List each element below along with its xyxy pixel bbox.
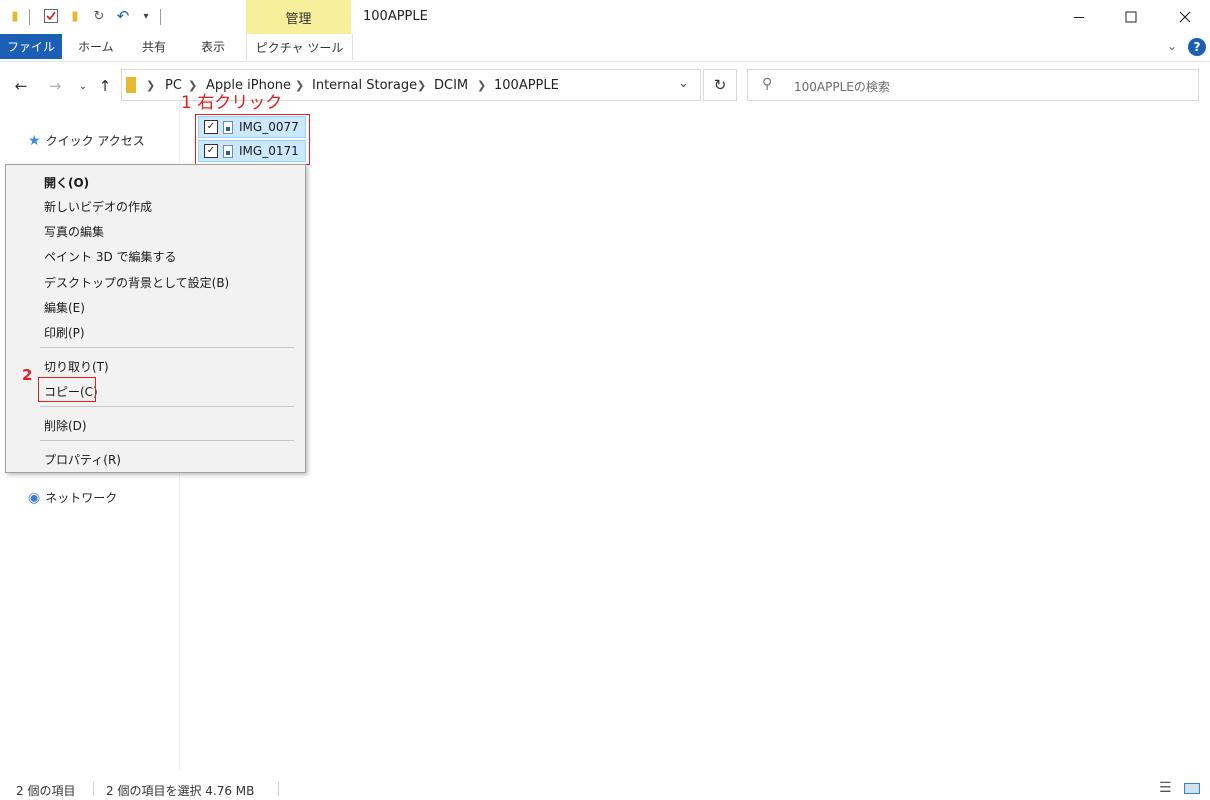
- breadcrumb-separator-icon: ❯: [146, 79, 156, 92]
- menu-item-set-background[interactable]: デスクトップの背景として設定(B): [44, 274, 229, 291]
- menu-item-open[interactable]: 開く(O): [44, 174, 89, 191]
- search-icon: ⚲: [762, 76, 773, 92]
- breadcrumb-separator-icon: ❯: [417, 79, 427, 92]
- folder-icon: [126, 77, 136, 93]
- nav-quick-access[interactable]: ★ クイック アクセス: [28, 132, 145, 149]
- window-title: 100APPLE: [363, 9, 428, 24]
- up-button[interactable]: ↑: [94, 75, 116, 97]
- nav-network[interactable]: ◉ ネットワーク: [28, 489, 117, 506]
- menu-separator: [40, 347, 294, 348]
- large-icons-view-icon[interactable]: [1184, 783, 1200, 794]
- star-icon: ★: [28, 132, 41, 149]
- refresh-button[interactable]: ↻: [703, 69, 737, 101]
- tab-home[interactable]: ホーム: [78, 34, 114, 59]
- forward-button[interactable]: →: [44, 75, 66, 97]
- breadcrumb-100apple[interactable]: 100APPLE: [494, 78, 559, 93]
- status-separator: [93, 782, 94, 796]
- help-icon[interactable]: ?: [1188, 38, 1206, 56]
- tab-picture-tools[interactable]: ピクチャ ツール: [246, 34, 353, 60]
- menu-item-properties[interactable]: プロパティ(R): [44, 451, 121, 468]
- context-menu: 開く(O) 新しいビデオの作成 写真の編集 ペイント 3D で編集する デスクト…: [5, 164, 306, 473]
- search-box[interactable]: ⚲ 100APPLEの検索: [747, 69, 1199, 101]
- title-bar: ▮ ▮ ↻ ↶ ▾ 管理 100APPLE: [0, 0, 1210, 34]
- menu-separator: [40, 406, 294, 407]
- new-folder-icon[interactable]: ▮: [68, 8, 82, 24]
- undo-icon[interactable]: ↶: [116, 7, 130, 25]
- properties-icon[interactable]: [44, 8, 58, 24]
- maximize-icon: [1125, 11, 1137, 23]
- tab-file[interactable]: ファイル: [0, 34, 62, 59]
- menu-item-edit-photo[interactable]: 写真の編集: [44, 223, 104, 240]
- search-placeholder: 100APPLEの検索: [794, 80, 890, 94]
- status-separator: [278, 782, 279, 796]
- annotation-step1: 1 右クリック: [181, 93, 283, 113]
- menu-item-cut[interactable]: 切り取り(T): [44, 358, 109, 375]
- annotation-highlight-copy: [38, 377, 96, 402]
- annotation-highlight-files: [195, 114, 310, 165]
- menu-separator: [40, 440, 294, 441]
- redo-icon[interactable]: ↻: [92, 8, 106, 24]
- ribbon-tabs: ファイル ホーム 共有 表示 ピクチャ ツール ⌄ ?: [0, 34, 1210, 62]
- details-view-icon[interactable]: ☰: [1159, 780, 1172, 796]
- breadcrumb-separator-icon: ❯: [477, 79, 487, 92]
- menu-item-print[interactable]: 印刷(P): [44, 324, 85, 341]
- status-selection: 2 個の項目を選択 4.76 MB: [106, 784, 255, 798]
- minimize-icon: [1074, 17, 1084, 18]
- close-button[interactable]: [1162, 0, 1208, 34]
- breadcrumb-pc[interactable]: PC: [165, 78, 182, 93]
- network-icon: ◉: [28, 489, 41, 506]
- address-dropdown-icon[interactable]: ⌄: [678, 76, 689, 91]
- quick-access-separator: [160, 9, 161, 25]
- tab-share[interactable]: 共有: [142, 34, 166, 59]
- expand-ribbon-icon[interactable]: ⌄: [1167, 39, 1177, 53]
- minimize-button[interactable]: [1056, 0, 1102, 34]
- refresh-icon: ↻: [713, 76, 727, 94]
- recent-locations-icon[interactable]: ⌄: [72, 75, 94, 97]
- annotation-step2: 2: [22, 366, 33, 384]
- menu-item-create-video[interactable]: 新しいビデオの作成: [44, 198, 152, 215]
- back-button[interactable]: ←: [10, 75, 32, 97]
- nav-network-label: ネットワーク: [45, 491, 118, 505]
- menu-item-edit[interactable]: 編集(E): [44, 299, 85, 316]
- breadcrumb-dcim[interactable]: DCIM: [434, 78, 468, 93]
- menu-item-paint3d[interactable]: ペイント 3D で編集する: [44, 248, 177, 265]
- nav-quick-access-label: クイック アクセス: [45, 134, 145, 148]
- maximize-button[interactable]: [1108, 0, 1154, 34]
- tab-view[interactable]: 表示: [201, 34, 225, 59]
- manage-contextual-tab[interactable]: 管理: [246, 0, 351, 34]
- close-icon: [1179, 11, 1191, 23]
- breadcrumb-internal-storage[interactable]: Internal Storage: [312, 78, 417, 93]
- folder-icon: ▮: [11, 8, 19, 24]
- customize-quick-access-icon[interactable]: ▾: [139, 8, 153, 24]
- breadcrumb-separator-icon: ❯: [295, 79, 305, 92]
- menu-item-delete[interactable]: 削除(D): [44, 417, 87, 434]
- status-item-count: 2 個の項目: [16, 784, 76, 798]
- status-bar: 2 個の項目 2 個の項目を選択 4.76 MB ☰: [0, 778, 1210, 800]
- quick-access-separator: [29, 9, 30, 25]
